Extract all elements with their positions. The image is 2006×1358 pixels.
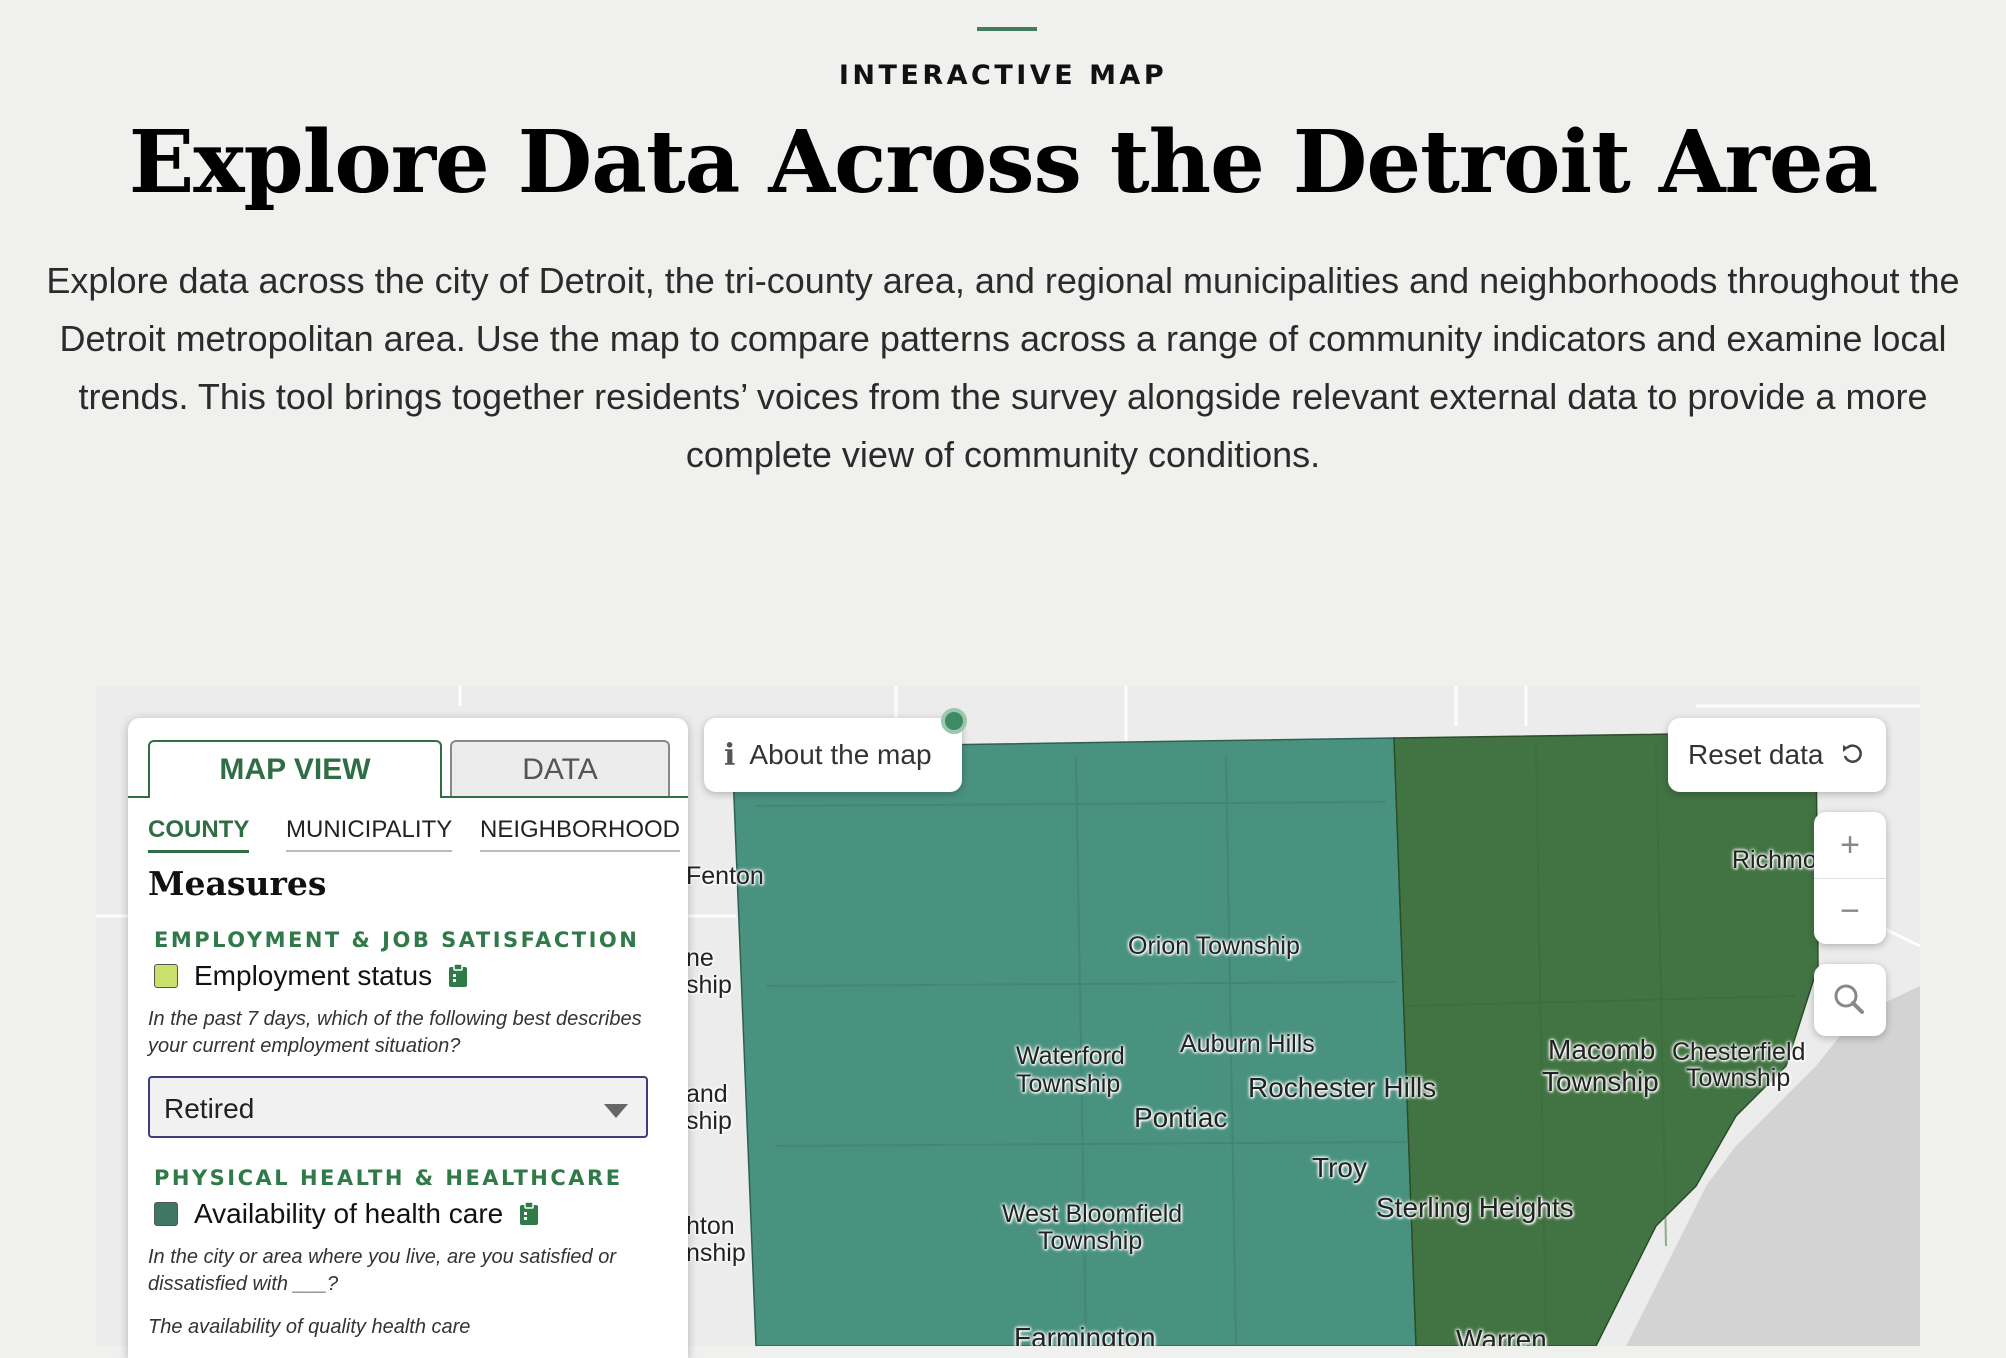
category-employment: EMPLOYMENT & JOB SATISFACTION bbox=[154, 928, 640, 952]
about-map-button[interactable]: i About the map bbox=[704, 718, 962, 792]
place-label-chesterfield: Chesterfield bbox=[1672, 1038, 1806, 1066]
place-label-richmond: Richmo bbox=[1732, 846, 1817, 874]
header-accent-rule bbox=[977, 27, 1037, 31]
place-label-west-bloomfield: Township bbox=[1038, 1227, 1143, 1255]
page-title: Explore Data Across the Detroit Area bbox=[128, 112, 1879, 213]
place-label: ne bbox=[686, 944, 714, 972]
place-label-warren: Warren bbox=[1456, 1324, 1547, 1347]
search-button[interactable] bbox=[1814, 964, 1886, 1036]
place-label-farmington: Farmington bbox=[1014, 1322, 1156, 1347]
place-label-waterford: Waterford bbox=[1016, 1042, 1125, 1070]
response-select[interactable]: Retired bbox=[148, 1076, 648, 1138]
location-marker[interactable] bbox=[941, 708, 967, 734]
place-label-rochester-hills: Rochester Hills bbox=[1248, 1072, 1437, 1103]
place-label: ship bbox=[686, 1107, 732, 1135]
place-label: and bbox=[686, 1080, 728, 1108]
question-text: In the city or area where you live, are … bbox=[148, 1246, 617, 1295]
place-label-troy: Troy bbox=[1312, 1152, 1367, 1183]
subtab-municipality[interactable]: MUNICIPALITY bbox=[286, 816, 453, 852]
place-label-auburn-hills: Auburn Hills bbox=[1180, 1030, 1315, 1058]
place-label-chesterfield: Township bbox=[1686, 1064, 1791, 1092]
clipboard-icon[interactable] bbox=[519, 1202, 539, 1226]
zoom-control: + − bbox=[1814, 812, 1886, 944]
place-label: ship bbox=[686, 971, 732, 999]
place-label: Fenton bbox=[686, 862, 764, 890]
tab-data[interactable]: DATA bbox=[450, 740, 670, 798]
reset-label: Reset data bbox=[1688, 739, 1824, 770]
select-value: Retired bbox=[164, 1093, 255, 1124]
zoom-out-button[interactable]: − bbox=[1814, 878, 1886, 944]
measures-heading: Measures bbox=[148, 864, 327, 903]
place-label-pontiac: Pontiac bbox=[1134, 1102, 1228, 1133]
intro-paragraph: Explore data across the city of Detroit,… bbox=[46, 260, 1960, 475]
tab-map-view[interactable]: MAP VIEW bbox=[148, 740, 442, 798]
measure-employment-status[interactable]: Employment status bbox=[154, 960, 468, 992]
measure-health-care-availability[interactable]: Availability of health care bbox=[154, 1198, 539, 1230]
reset-icon bbox=[1843, 744, 1862, 763]
about-label: About the map bbox=[749, 739, 932, 770]
place-label-macomb-township: Macomb bbox=[1548, 1034, 1656, 1065]
chevron-down-icon bbox=[604, 1104, 628, 1118]
reset-data-button[interactable]: Reset data bbox=[1668, 718, 1886, 792]
zoom-in-button[interactable]: + bbox=[1814, 812, 1886, 878]
place-label: nship bbox=[686, 1239, 746, 1267]
sub-question-text: The availability of quality health care bbox=[148, 1316, 471, 1338]
place-label-west-bloomfield: West Bloomfield bbox=[1002, 1200, 1183, 1228]
measure-label: Employment status bbox=[194, 960, 433, 991]
eyebrow-label: INTERACTIVE MAP bbox=[838, 60, 1168, 91]
place-label-orion: Orion Township bbox=[1128, 932, 1300, 960]
subtab-county[interactable]: COUNTY bbox=[148, 816, 250, 853]
clipboard-icon[interactable] bbox=[448, 964, 468, 988]
search-icon bbox=[1834, 984, 1864, 1014]
measures-panel: DATA MAP VIEW COUNTY MUNICIPALITY NEIGHB… bbox=[128, 718, 688, 1358]
measure-label: Availability of health care bbox=[194, 1198, 504, 1229]
place-label-waterford: Township bbox=[1016, 1070, 1121, 1098]
legend-swatch bbox=[154, 964, 178, 988]
subtab-neighborhood[interactable]: NEIGHBORHOOD bbox=[480, 816, 681, 852]
info-icon: i bbox=[724, 737, 736, 773]
place-label-sterling-heights: Sterling Heights bbox=[1376, 1192, 1574, 1223]
legend-swatch bbox=[154, 1202, 178, 1226]
category-physical-health: PHYSICAL HEALTH & HEALTHCARE bbox=[154, 1166, 623, 1190]
question-text: In the past 7 days, which of the followi… bbox=[148, 1008, 642, 1057]
place-label: hton bbox=[686, 1212, 735, 1240]
place-label-macomb-township: Township bbox=[1542, 1066, 1659, 1097]
